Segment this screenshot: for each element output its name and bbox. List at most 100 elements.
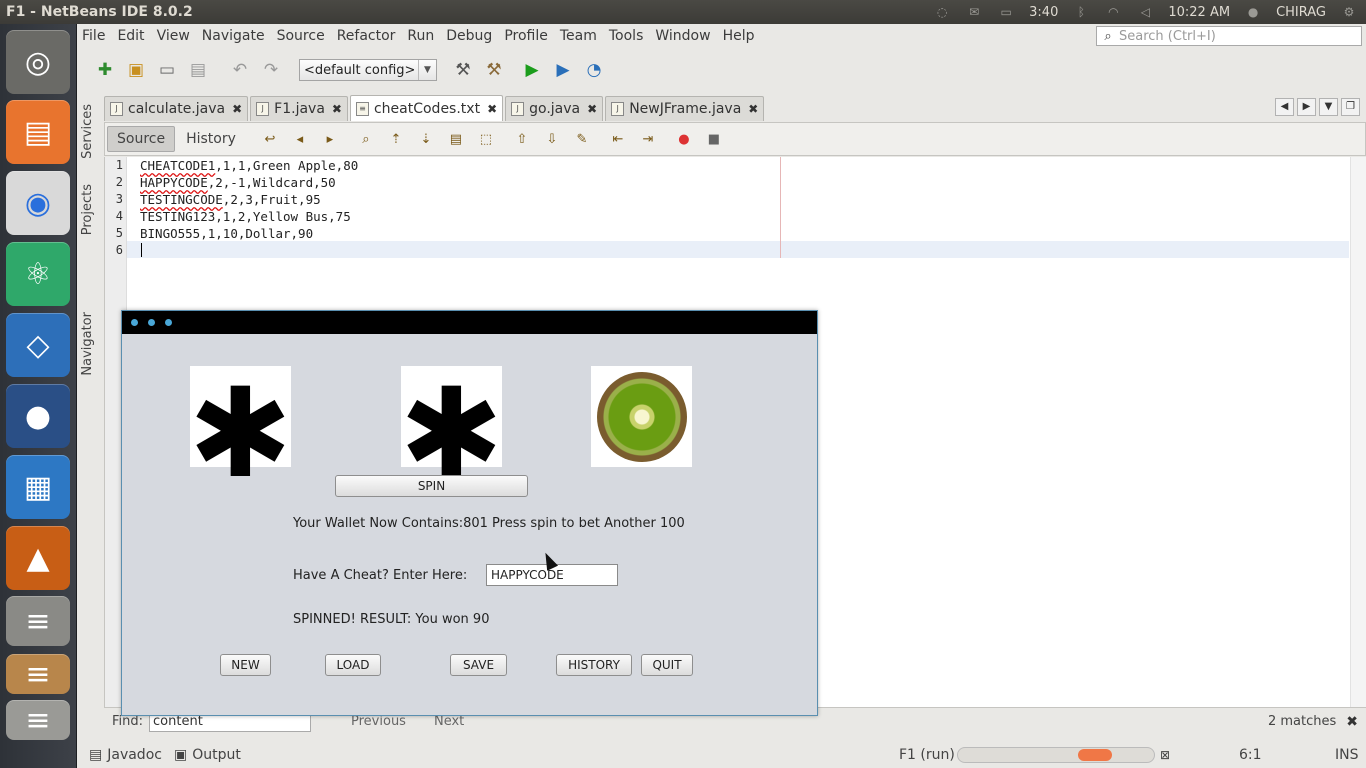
battery-icon[interactable]: ▭ [997,5,1015,19]
close-icon[interactable]: ✖ [332,102,342,116]
menu-help[interactable]: Help [718,28,762,44]
debug-icon[interactable]: ▶ [549,56,577,84]
forward-icon[interactable]: ▸ [319,128,341,150]
source-button[interactable]: Source [107,126,176,152]
undo-icon[interactable]: ↶ [226,56,254,84]
close-icon[interactable]: ✖ [1346,714,1358,730]
config-select[interactable]: <default config> ▼ [299,59,437,81]
shift-right-icon[interactable]: ⇥ [637,128,659,150]
menu-debug[interactable]: Debug [441,28,499,44]
tab-navigator[interactable]: Navigator [80,312,95,376]
close-icon[interactable]: ✖ [748,102,758,116]
find-previous-button[interactable]: Previous [351,714,406,729]
mail-icon[interactable]: ✉ [965,5,983,19]
redo-icon[interactable]: ↷ [257,56,285,84]
spin-button[interactable]: SPIN [335,475,528,497]
restore-window-icon[interactable]: ❐ [1341,98,1360,116]
javadoc-tab[interactable]: ▤ Javadoc [89,747,162,763]
writer-icon[interactable]: ▦ [6,455,70,519]
stacked-apps-icon-2[interactable]: ≡ [6,654,70,694]
profile-icon[interactable]: ◔ [580,56,608,84]
close-icon[interactable]: ✖ [232,102,242,116]
search-box[interactable]: ⌕ Search (Ctrl+I) [1096,26,1362,46]
bluetooth-icon[interactable]: ᛒ [1072,5,1090,19]
scroll-right-icon[interactable]: ▶ [1297,98,1316,116]
search-input[interactable]: Search (Ctrl+I) [1119,29,1216,44]
load-button[interactable]: LOAD [325,654,381,676]
menu-team[interactable]: Team [555,28,604,44]
find-previous-icon[interactable]: ⇡ [385,128,407,150]
run-icon[interactable]: ▶ [518,56,546,84]
history-button[interactable]: HISTORY [556,654,632,676]
tab-newjframe-java[interactable]: J NewJFrame.java ✖ [605,96,765,121]
close-icon[interactable]: ✖ [587,102,597,116]
menu-run[interactable]: Run [402,28,441,44]
close-icon[interactable]: ✖ [487,102,497,116]
chevron-down-icon[interactable]: ▼ [418,60,436,80]
menu-tools[interactable]: Tools [604,28,651,44]
save-all-icon[interactable]: ▤ [184,56,212,84]
user-name[interactable]: CHIRAG [1276,5,1326,20]
files-icon[interactable]: ▤ [6,100,70,164]
tab-projects[interactable]: Projects [80,184,95,235]
menu-window[interactable]: Window [650,28,717,44]
clean-build-icon[interactable]: ⚒ [480,56,508,84]
tab-go-java[interactable]: J go.java ✖ [505,96,604,121]
network-icon[interactable]: ◌ [933,5,951,19]
tab-f1-java[interactable]: J F1.java ✖ [250,96,348,121]
prev-bookmark-icon[interactable]: ⇧ [511,128,533,150]
atom-icon[interactable]: ⚛ [6,242,70,306]
find-next-icon[interactable]: ⇣ [415,128,437,150]
tab-calculate-java[interactable]: J calculate.java ✖ [104,96,249,121]
user-icon[interactable]: ● [1244,5,1262,19]
menu-file[interactable]: File [77,28,112,44]
find-next-button[interactable]: Next [434,714,464,729]
menu-view[interactable]: View [152,28,197,44]
toggle-highlight-icon[interactable]: ▤ [445,128,467,150]
record-macro-icon[interactable]: ● [673,128,695,150]
stacked-apps-icon[interactable]: ≡ [6,596,70,646]
ubuntu-dash-icon[interactable]: ◎ [6,30,70,94]
window-titlebar[interactable] [122,311,817,334]
stacked-apps-icon-3[interactable]: ≡ [6,700,70,740]
menu-refactor[interactable]: Refactor [332,28,403,44]
next-bookmark-icon[interactable]: ⇩ [541,128,563,150]
tab-services[interactable]: Services [80,104,95,159]
maximize-window-icon[interactable] [165,319,172,326]
chrome-icon[interactable]: ◉ [6,171,70,235]
drop-icon[interactable]: ● [6,384,70,448]
menu-profile[interactable]: Profile [499,28,555,44]
wifi-icon[interactable]: ◠ [1104,5,1122,19]
menu-source[interactable]: Source [272,28,332,44]
rect-select-icon[interactable]: ⬚ [475,128,497,150]
cancel-task-icon[interactable]: ⊠ [1160,748,1170,762]
clock[interactable]: 10:22 AM [1168,5,1230,20]
menu-navigate[interactable]: Navigate [197,28,272,44]
toggle-bookmark-icon[interactable]: ✎ [571,128,593,150]
stop-macro-icon[interactable]: ■ [703,128,725,150]
shift-left-icon[interactable]: ⇤ [607,128,629,150]
tab-cheatcodes-txt[interactable]: ≡ cheatCodes.txt ✖ [349,95,504,121]
output-tab[interactable]: ▣ Output [174,747,241,763]
save-button[interactable]: SAVE [450,654,507,676]
netbeans-icon[interactable]: ◇ [6,313,70,377]
last-edit-icon[interactable]: ↩ [259,128,281,150]
menu-edit[interactable]: Edit [112,28,151,44]
vlc-icon[interactable]: ▲ [6,526,70,590]
new-button[interactable]: NEW [220,654,271,676]
gear-icon[interactable]: ⚙ [1340,5,1358,19]
history-button[interactable]: History [177,126,245,152]
scroll-left-icon[interactable]: ◀ [1275,98,1294,116]
back-icon[interactable]: ◂ [289,128,311,150]
new-project-icon[interactable]: ▣ [122,56,150,84]
minimize-window-icon[interactable] [148,319,155,326]
open-project-icon[interactable]: ▭ [153,56,181,84]
build-icon[interactable]: ⚒ [449,56,477,84]
quit-button[interactable]: QUIT [641,654,693,676]
volume-icon[interactable]: ◁ [1136,5,1154,19]
tab-list-icon[interactable]: ▼ [1319,98,1338,116]
find-icon[interactable]: ⌕ [355,128,377,150]
close-window-icon[interactable] [131,319,138,326]
new-file-icon[interactable]: ✚ [91,56,119,84]
battery-time[interactable]: 3:40 [1029,5,1058,20]
